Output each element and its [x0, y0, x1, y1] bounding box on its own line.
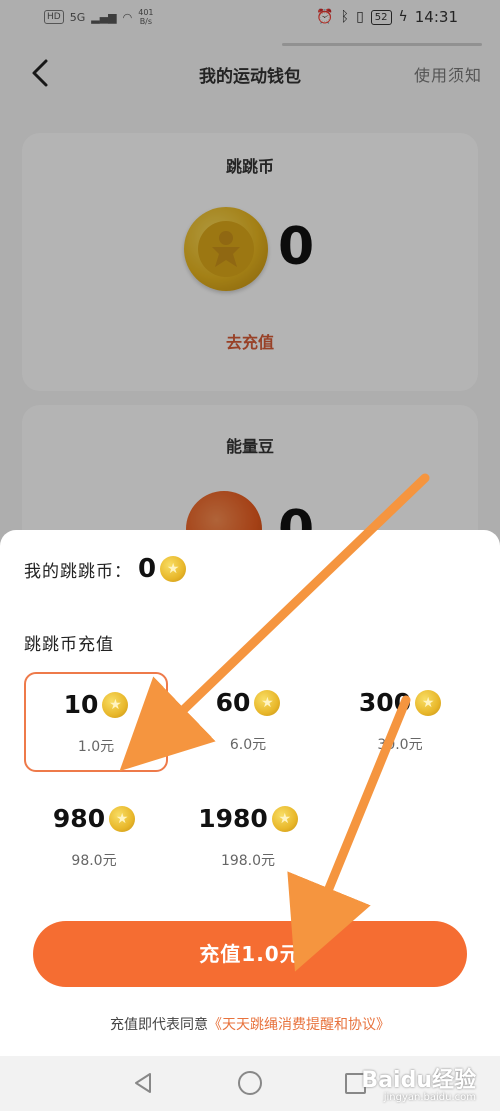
option-price: 198.0元: [220, 853, 276, 869]
coin-icon: [271, 805, 298, 832]
coin-icon: [109, 805, 136, 832]
recharge-option-10[interactable]: 10 1.0元: [24, 672, 168, 772]
coin-icon: [415, 689, 442, 716]
recharge-button[interactable]: 充值1.0元: [33, 921, 467, 987]
option-price: 6.0元: [229, 737, 267, 753]
watermark-url: jingyan.baidu.com: [383, 1092, 476, 1103]
recharge-option-1980[interactable]: 1980 198.0元: [178, 788, 318, 884]
option-amount: 980: [52, 804, 106, 833]
recharge-section-label: 跳跳币充值: [24, 635, 114, 655]
option-amount: 10: [63, 690, 99, 719]
coin-icon: [160, 556, 187, 582]
recharge-sheet: 我的跳跳币： 0 跳跳币充值 10 1.0元 60 6.0元 300 30.0元…: [0, 530, 500, 1056]
coin-icon: [102, 691, 129, 718]
nav-back-icon[interactable]: [132, 1072, 154, 1094]
agreement-prefix: 充值即代表同意: [110, 1017, 208, 1033]
coin-icon: [254, 689, 281, 716]
option-amount: 300: [358, 688, 412, 717]
option-price: 30.0元: [377, 737, 423, 753]
recharge-option-60[interactable]: 60 6.0元: [178, 672, 318, 768]
agreement-text: 充值即代表同意《天天跳绳消费提醒和协议》: [0, 1014, 500, 1034]
option-price: 98.0元: [71, 853, 117, 869]
nav-home-icon[interactable]: [238, 1071, 262, 1095]
system-nav-bar: Baidu经验 jingyan.baidu.com: [0, 1056, 500, 1111]
my-coins-row: 我的跳跳币： 0: [24, 554, 187, 584]
agreement-link[interactable]: 《天天跳绳消费提醒和协议》: [208, 1017, 390, 1033]
my-coins-label: 我的跳跳币：: [24, 561, 132, 582]
option-amount: 1980: [198, 804, 268, 833]
option-amount: 60: [215, 688, 251, 717]
recharge-option-300[interactable]: 300 30.0元: [330, 672, 470, 768]
recharge-option-980[interactable]: 980 98.0元: [24, 788, 164, 884]
watermark-logo: Baidu经验: [361, 1068, 476, 1093]
my-coins-value: 0: [138, 554, 157, 584]
option-price: 1.0元: [77, 739, 115, 755]
